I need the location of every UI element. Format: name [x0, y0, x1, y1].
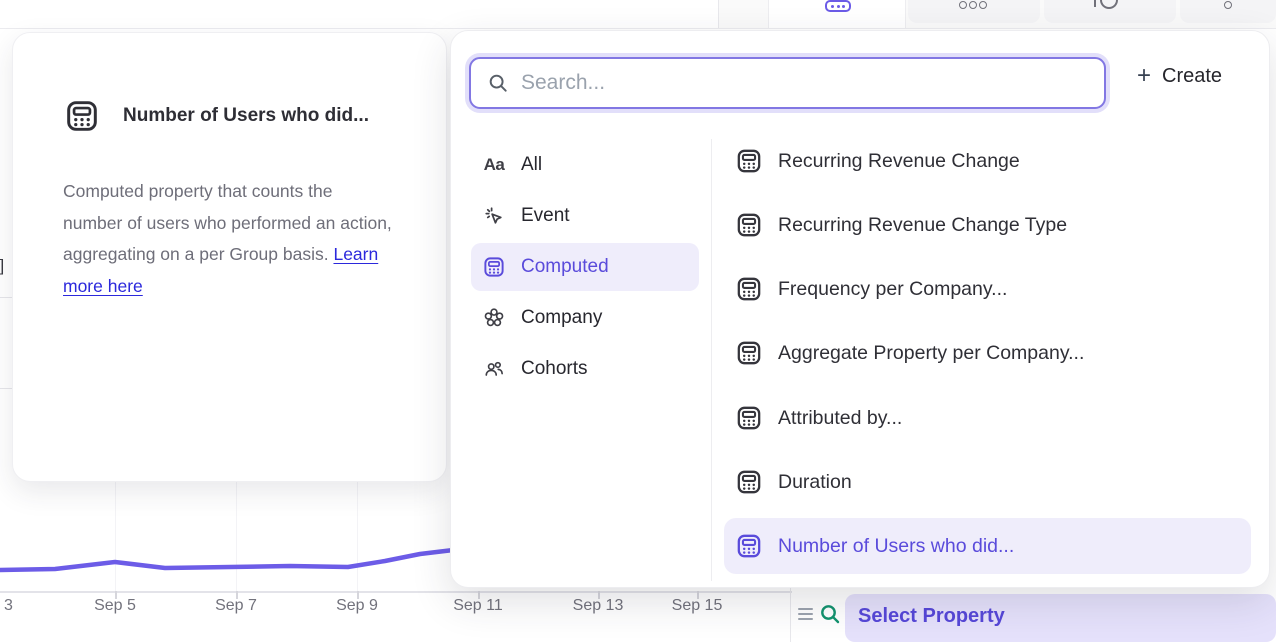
property-item-label: Duration — [778, 471, 852, 494]
calculator-icon — [736, 469, 762, 495]
metric-line-chart — [0, 535, 474, 595]
tooltip-title: Number of Users who did... — [123, 105, 369, 127]
calculator-icon — [736, 405, 762, 431]
create-label: Create — [1162, 65, 1222, 88]
cohorts-icon — [483, 358, 505, 380]
calculator-icon — [736, 533, 762, 559]
x-axis-label: Sep 9 — [317, 597, 397, 615]
category-label: Computed — [521, 256, 609, 278]
x-axis-label: Sep 5 — [75, 597, 155, 615]
category-company[interactable]: Company — [471, 294, 699, 342]
property-item-selected[interactable]: Number of Users who did... — [724, 518, 1251, 574]
property-item-label: Recurring Revenue Change — [778, 150, 1020, 173]
circular-arrow-tail — [1094, 0, 1096, 7]
calculator-icon — [736, 148, 762, 174]
circle-icon — [1224, 1, 1232, 9]
calculator-icon — [825, 0, 851, 12]
drag-handle-icon[interactable] — [798, 608, 813, 621]
property-item[interactable]: Duration — [724, 454, 1251, 510]
category-all[interactable]: Aa All — [471, 141, 699, 189]
search-box[interactable] — [469, 57, 1106, 109]
background-row-divider — [0, 297, 12, 298]
property-tooltip-card: Number of Users who did... Computed prop… — [12, 32, 447, 482]
description-line: more here — [63, 271, 392, 303]
plus-icon: + — [1137, 64, 1151, 88]
panel-border — [790, 588, 791, 642]
category-cohorts[interactable]: Cohorts — [471, 345, 699, 393]
x-axis-label: Sep 13 — [558, 597, 638, 615]
text-format-icon: Aa — [483, 155, 505, 175]
category-label: Cohorts — [521, 358, 588, 380]
property-item[interactable]: Attributed by... — [724, 390, 1251, 446]
category-label: All — [521, 154, 542, 176]
learn-more-link[interactable]: Learn — [333, 244, 378, 264]
tab-computed[interactable] — [768, 0, 906, 28]
tooltip-description: Computed property that counts the number… — [63, 176, 392, 302]
select-property-label: Select Property — [858, 605, 1005, 628]
property-item-label: Number of Users who did... — [778, 535, 1014, 558]
category-event[interactable]: Event — [471, 192, 699, 240]
description-line: Computed property that counts the — [63, 176, 392, 208]
description-line: number of users who performed an action, — [63, 208, 392, 240]
description-line: aggregating on a per Group basis. Learn — [63, 239, 392, 271]
property-item[interactable]: Recurring Revenue Change Type — [724, 197, 1251, 253]
category-label: Event — [521, 205, 570, 227]
property-item-label: Attributed by... — [778, 407, 902, 430]
tab-retention[interactable] — [1044, 0, 1176, 23]
circular-arrow-icon — [1100, 0, 1118, 9]
x-axis-label: Sep 11 — [438, 597, 518, 615]
search-input[interactable] — [521, 71, 1081, 95]
calculator-icon — [736, 276, 762, 302]
column-divider — [711, 139, 712, 581]
header-divider — [0, 28, 1276, 29]
x-axis-label: Sep 7 — [196, 597, 276, 615]
create-button[interactable]: + Create — [1137, 64, 1222, 88]
calculator-icon — [736, 212, 762, 238]
clipped-background-text: y] — [0, 256, 4, 276]
company-icon — [483, 307, 505, 329]
property-picker-dropdown: + Create Aa All Event — [450, 30, 1270, 588]
x-axis-label: Sep 15 — [657, 597, 737, 615]
property-item-label: Aggregate Property per Company... — [778, 342, 1084, 365]
property-item-label: Recurring Revenue Change Type — [778, 214, 1067, 237]
search-icon — [487, 72, 509, 94]
category-computed[interactable]: Computed — [471, 243, 699, 291]
calculator-icon — [483, 256, 505, 278]
x-axis — [0, 591, 792, 593]
learn-more-link[interactable]: more here — [63, 276, 143, 296]
background-row-divider — [0, 388, 12, 389]
dots-icon — [959, 1, 987, 9]
tab-company[interactable] — [908, 0, 1040, 23]
property-item[interactable]: Frequency per Company... — [724, 261, 1251, 317]
screen: y] Sep 3 Sep 5 Sep 7 Sep 9 Sep 11 Sep 13… — [0, 0, 1276, 642]
calculator-icon — [65, 99, 99, 133]
calculator-icon — [736, 340, 762, 366]
tab-funnel[interactable] — [1180, 0, 1276, 23]
property-item[interactable]: Aggregate Property per Company... — [724, 325, 1251, 381]
property-item-label: Frequency per Company... — [778, 278, 1007, 301]
search-icon-green — [818, 602, 842, 626]
property-item[interactable]: Recurring Revenue Change — [724, 133, 1251, 189]
cursor-click-icon — [483, 205, 505, 227]
x-axis-label: Sep 3 — [0, 597, 32, 615]
category-label: Company — [521, 307, 602, 329]
